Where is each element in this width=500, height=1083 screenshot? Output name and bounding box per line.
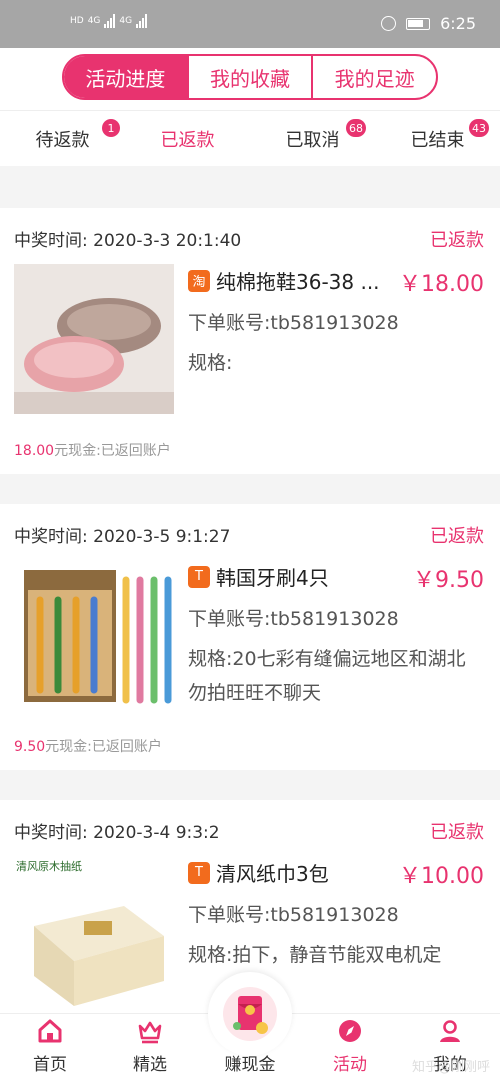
order-card[interactable]: 中奖时间: 2020-3-3 20:1:40 已返款 淘 纯棉拖鞋36-38 .… [0,208,500,474]
red-envelope-icon [223,987,277,1041]
cash-text: 元现金:已返回账户 [54,443,171,459]
product-name: 纯棉拖鞋36-38 ... [216,270,380,294]
signal-icon [104,14,116,28]
product-spec: 规格:拍下，静音节能双电机定 [188,944,442,966]
top-tab-bar: 活动进度 我的收藏 我的足迹 [0,48,500,110]
cash-text: 元现金:已返回账户 [45,739,162,755]
tab-footprints[interactable]: 我的足迹 [311,56,436,98]
taobao-icon: 淘 [188,269,210,292]
product-name: 清风纸巾3包 [216,862,329,886]
compass-icon [339,1020,361,1042]
product-image-toothbrushes[interactable] [14,560,174,710]
filter-label: 已取消 [285,129,340,151]
network-label-2: 4G [119,16,133,26]
product-price: ￥10.00 [399,864,484,889]
home-icon [38,1019,62,1043]
product-price: ￥9.50 [413,568,484,593]
product-title[interactable]: T 清风纸巾3包 [188,858,388,887]
refund-status: 已返款 [430,230,484,251]
product-title[interactable]: 淘 纯棉拖鞋36-38 ... [188,266,388,295]
filter-label: 已返款 [160,129,215,151]
win-time: 中奖时间: 2020-3-3 20:1:40 [14,231,242,251]
cash-amount: 9.50 [14,739,46,755]
tab-label: 精选 [133,1055,167,1075]
count-badge: 43 [469,119,489,137]
crown-icon [138,1021,162,1044]
signal-indicators: HD 4G 4G [70,14,148,28]
cash-back-note: 18.00元现金:已返回账户 [14,440,171,460]
filter-ended[interactable]: 已结束 43 [375,111,500,166]
filter-cancelled[interactable]: 已取消 68 [250,111,375,166]
order-account: 下单账号:tb581913028 [188,904,399,926]
filter-pending-refund[interactable]: 待返款 1 [0,111,125,166]
order-account: 下单账号:tb581913028 [188,312,399,334]
battery-icon [406,17,431,30]
tab-home[interactable]: 首页 [0,1014,100,1083]
status-time: 6:25 [440,14,476,33]
signal-icon [136,14,148,28]
order-account: 下单账号:tb581913028 [188,608,399,630]
product-image-tissues[interactable]: 清风原木抽纸 [14,856,174,1006]
earn-cash-button[interactable] [208,972,292,1056]
refund-status: 已返款 [430,822,484,843]
tab-label: 首页 [33,1055,67,1075]
segmented-control: 活动进度 我的收藏 我的足迹 [62,54,438,100]
network-label-1: 4G [87,16,101,26]
refund-status: 已返款 [430,526,484,547]
product-spec: 规格:20七彩有缝偏远地区和湖北勿拍旺旺不聊天 [188,648,466,704]
cash-amount: 18.00 [14,443,55,459]
watermark: 知乎@刚刚呼 [411,1060,490,1075]
product-image-label: 清风原木抽纸 [16,860,82,873]
tmall-icon: T [188,861,210,884]
status-filter-bar: 待返款 1 已返款 已取消 68 已结束 43 [0,110,500,166]
product-price: ￥18.00 [399,272,484,297]
tab-favorites[interactable]: 我的收藏 [186,56,312,98]
product-title[interactable]: T 韩国牙刷4只 [188,562,388,591]
tab-featured[interactable]: 精选 [100,1014,200,1083]
tmall-icon: T [188,565,210,588]
product-spec: 规格: [188,352,233,374]
hd-label: HD [70,16,84,26]
status-bar: HD 4G 4G 6:25 [0,0,500,48]
tab-activity-progress[interactable]: 活动进度 [64,56,187,98]
win-time: 中奖时间: 2020-3-4 9:3:2 [14,823,220,843]
order-card[interactable]: 中奖时间: 2020-3-5 9:1:27 已返款 T 韩国牙刷4只 ￥9.50… [0,504,500,770]
product-name: 韩国牙刷4只 [216,566,329,590]
filter-refunded[interactable]: 已返款 [125,111,250,166]
count-badge: 68 [346,119,366,137]
tab-label: 活动 [333,1055,367,1075]
user-icon [440,1020,460,1042]
win-time: 中奖时间: 2020-3-5 9:1:27 [14,527,231,547]
tab-activity[interactable]: 活动 [300,1014,400,1083]
tissue-box-illustration [34,906,164,1006]
cash-back-note: 9.50元现金:已返回账户 [14,736,162,756]
product-image-slippers[interactable] [14,264,174,414]
alarm-icon [381,16,397,31]
filter-label: 待返款 [35,129,90,151]
filter-label: 已结束 [410,129,465,151]
count-badge: 1 [102,119,120,137]
